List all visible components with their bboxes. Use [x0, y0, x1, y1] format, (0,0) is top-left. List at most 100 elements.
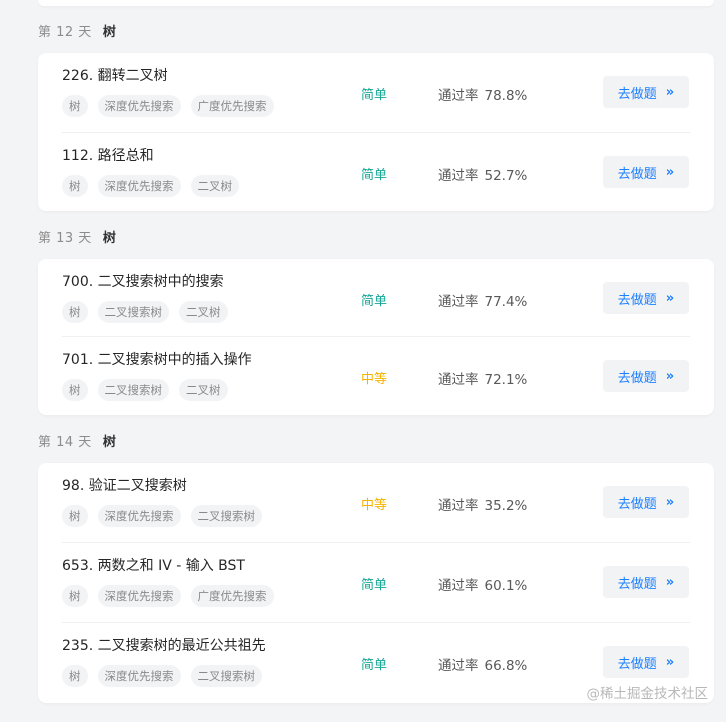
difficulty-label: 简单 [361, 168, 388, 183]
double-chevron-right-icon: » [665, 574, 675, 590]
tag-list: 树 二叉搜索树 二叉树 [62, 301, 228, 323]
problem-row: 701. 二叉搜索树中的插入操作 树 二叉搜索树 二叉树 中等 通过率 72.1%… [62, 337, 690, 415]
tag-list: 树 深度优先搜索 二叉树 [62, 175, 239, 197]
day-label: 第 13 天 [38, 230, 92, 246]
double-chevron-right-icon: » [665, 84, 675, 100]
pass-rate-value: 60.1% [484, 578, 528, 594]
problem-tag: 深度优先搜索 [97, 95, 181, 117]
do-problem-button-label: 去做题 [617, 496, 657, 512]
problem-row: 226. 翻转二叉树 树 深度优先搜索 广度优先搜索 简单 通过率 78.8% 去… [62, 53, 690, 133]
problem-tag: 广度优先搜索 [190, 95, 274, 117]
difficulty-label: 简单 [361, 578, 388, 593]
difficulty-label: 中等 [361, 498, 388, 513]
do-problem-button[interactable]: 去做题 » [603, 76, 689, 108]
day-problem-card: 98. 验证二叉搜索树 树 深度优先搜索 二叉搜索树 中等 通过率 35.2% 去… [38, 463, 714, 703]
pass-rate: 通过率 72.1% [438, 368, 527, 388]
difficulty-label: 简单 [361, 658, 388, 673]
pass-rate: 通过率 60.1% [438, 574, 527, 594]
problem-tag: 深度优先搜索 [97, 175, 181, 197]
problem-tag: 深度优先搜索 [97, 505, 181, 527]
problem-title[interactable]: 235. 二叉搜索树的最近公共祖先 [62, 635, 266, 655]
day-header: 第 13 天 树 [38, 226, 116, 246]
difficulty-label: 中等 [361, 372, 388, 387]
do-problem-button[interactable]: 去做题 » [603, 486, 689, 518]
pass-rate-value: 52.7% [484, 168, 528, 184]
day-topic: 树 [102, 24, 116, 40]
pass-rate-value: 35.2% [484, 498, 528, 514]
pass-rate-label: 通过率 [438, 294, 479, 310]
do-problem-button-label: 去做题 [617, 86, 657, 102]
day-header: 第 14 天 树 [38, 430, 116, 450]
pass-rate-label: 通过率 [438, 578, 479, 594]
day-header: 第 12 天 树 [38, 20, 116, 40]
pass-rate-value: 66.8% [484, 658, 528, 674]
double-chevron-right-icon: » [665, 494, 675, 510]
pass-rate-label: 通过率 [438, 168, 479, 184]
day-label: 第 12 天 [38, 24, 92, 40]
do-problem-button-label: 去做题 [617, 656, 657, 672]
day-label: 第 14 天 [38, 434, 92, 450]
do-problem-button-label: 去做题 [617, 576, 657, 592]
day-topic: 树 [102, 230, 116, 246]
problem-title[interactable]: 98. 验证二叉搜索树 [62, 475, 187, 495]
tag-list: 树 深度优先搜索 二叉搜索树 [62, 665, 262, 687]
problem-tag: 二叉树 [179, 379, 228, 401]
problem-tag: 树 [62, 505, 88, 527]
problem-tag: 树 [62, 175, 88, 197]
difficulty-label: 简单 [361, 88, 388, 103]
day-problem-card: 226. 翻转二叉树 树 深度优先搜索 广度优先搜索 简单 通过率 78.8% 去… [38, 53, 714, 211]
problem-tag: 二叉树 [179, 301, 228, 323]
do-problem-button[interactable]: 去做题 » [603, 646, 689, 678]
pass-rate-value: 72.1% [484, 372, 528, 388]
problem-tag: 深度优先搜索 [97, 665, 181, 687]
previous-day-card [38, 0, 714, 6]
double-chevron-right-icon: » [665, 368, 675, 384]
problem-title[interactable]: 701. 二叉搜索树中的插入操作 [62, 349, 252, 369]
difficulty-label: 简单 [361, 294, 388, 309]
double-chevron-right-icon: » [665, 290, 675, 306]
double-chevron-right-icon: » [665, 654, 675, 670]
tag-list: 树 二叉搜索树 二叉树 [62, 379, 228, 401]
do-problem-button[interactable]: 去做题 » [603, 156, 689, 188]
do-problem-button[interactable]: 去做题 » [603, 360, 689, 392]
day-topic: 树 [102, 434, 116, 450]
pass-rate-value: 77.4% [484, 294, 528, 310]
problem-title[interactable]: 653. 两数之和 IV - 输入 BST [62, 555, 245, 575]
pass-rate-label: 通过率 [438, 88, 479, 104]
pass-rate-value: 78.8% [484, 88, 528, 104]
problem-row: 112. 路径总和 树 深度优先搜索 二叉树 简单 通过率 52.7% 去做题 » [62, 133, 690, 211]
problem-tag: 二叉搜索树 [190, 505, 262, 527]
tag-list: 树 深度优先搜索 二叉搜索树 [62, 505, 262, 527]
problem-title[interactable]: 700. 二叉搜索树中的搜索 [62, 271, 224, 291]
do-problem-button[interactable]: 去做题 » [603, 282, 689, 314]
problem-title[interactable]: 112. 路径总和 [62, 145, 154, 165]
do-problem-button-label: 去做题 [617, 292, 657, 308]
problem-tag: 树 [62, 665, 88, 687]
do-problem-button-label: 去做题 [617, 370, 657, 386]
double-chevron-right-icon: » [665, 164, 675, 180]
problem-row: 98. 验证二叉搜索树 树 深度优先搜索 二叉搜索树 中等 通过率 35.2% 去… [62, 463, 690, 543]
pass-rate-label: 通过率 [438, 372, 479, 388]
problem-tag: 树 [62, 379, 88, 401]
tag-list: 树 深度优先搜索 广度优先搜索 [62, 95, 274, 117]
problem-tag: 二叉搜索树 [97, 379, 169, 401]
problem-tag: 二叉搜索树 [190, 665, 262, 687]
problem-title[interactable]: 226. 翻转二叉树 [62, 65, 168, 85]
problem-tag: 树 [62, 301, 88, 323]
do-problem-button[interactable]: 去做题 » [603, 566, 689, 598]
problem-tag: 二叉搜索树 [97, 301, 169, 323]
pass-rate: 通过率 77.4% [438, 290, 527, 310]
pass-rate: 通过率 52.7% [438, 164, 527, 184]
problem-tag: 二叉树 [190, 175, 239, 197]
watermark: @稀土掘金技术社区 [586, 686, 709, 702]
do-problem-button-label: 去做题 [617, 166, 657, 182]
tag-list: 树 深度优先搜索 广度优先搜索 [62, 585, 274, 607]
problem-tag: 广度优先搜索 [190, 585, 274, 607]
problem-tag: 树 [62, 585, 88, 607]
problem-row: 700. 二叉搜索树中的搜索 树 二叉搜索树 二叉树 简单 通过率 77.4% 去… [62, 259, 690, 337]
pass-rate: 通过率 78.8% [438, 84, 527, 104]
pass-rate-label: 通过率 [438, 658, 479, 674]
day-problem-card: 700. 二叉搜索树中的搜索 树 二叉搜索树 二叉树 简单 通过率 77.4% 去… [38, 259, 714, 415]
pass-rate: 通过率 66.8% [438, 654, 527, 674]
pass-rate: 通过率 35.2% [438, 494, 527, 514]
